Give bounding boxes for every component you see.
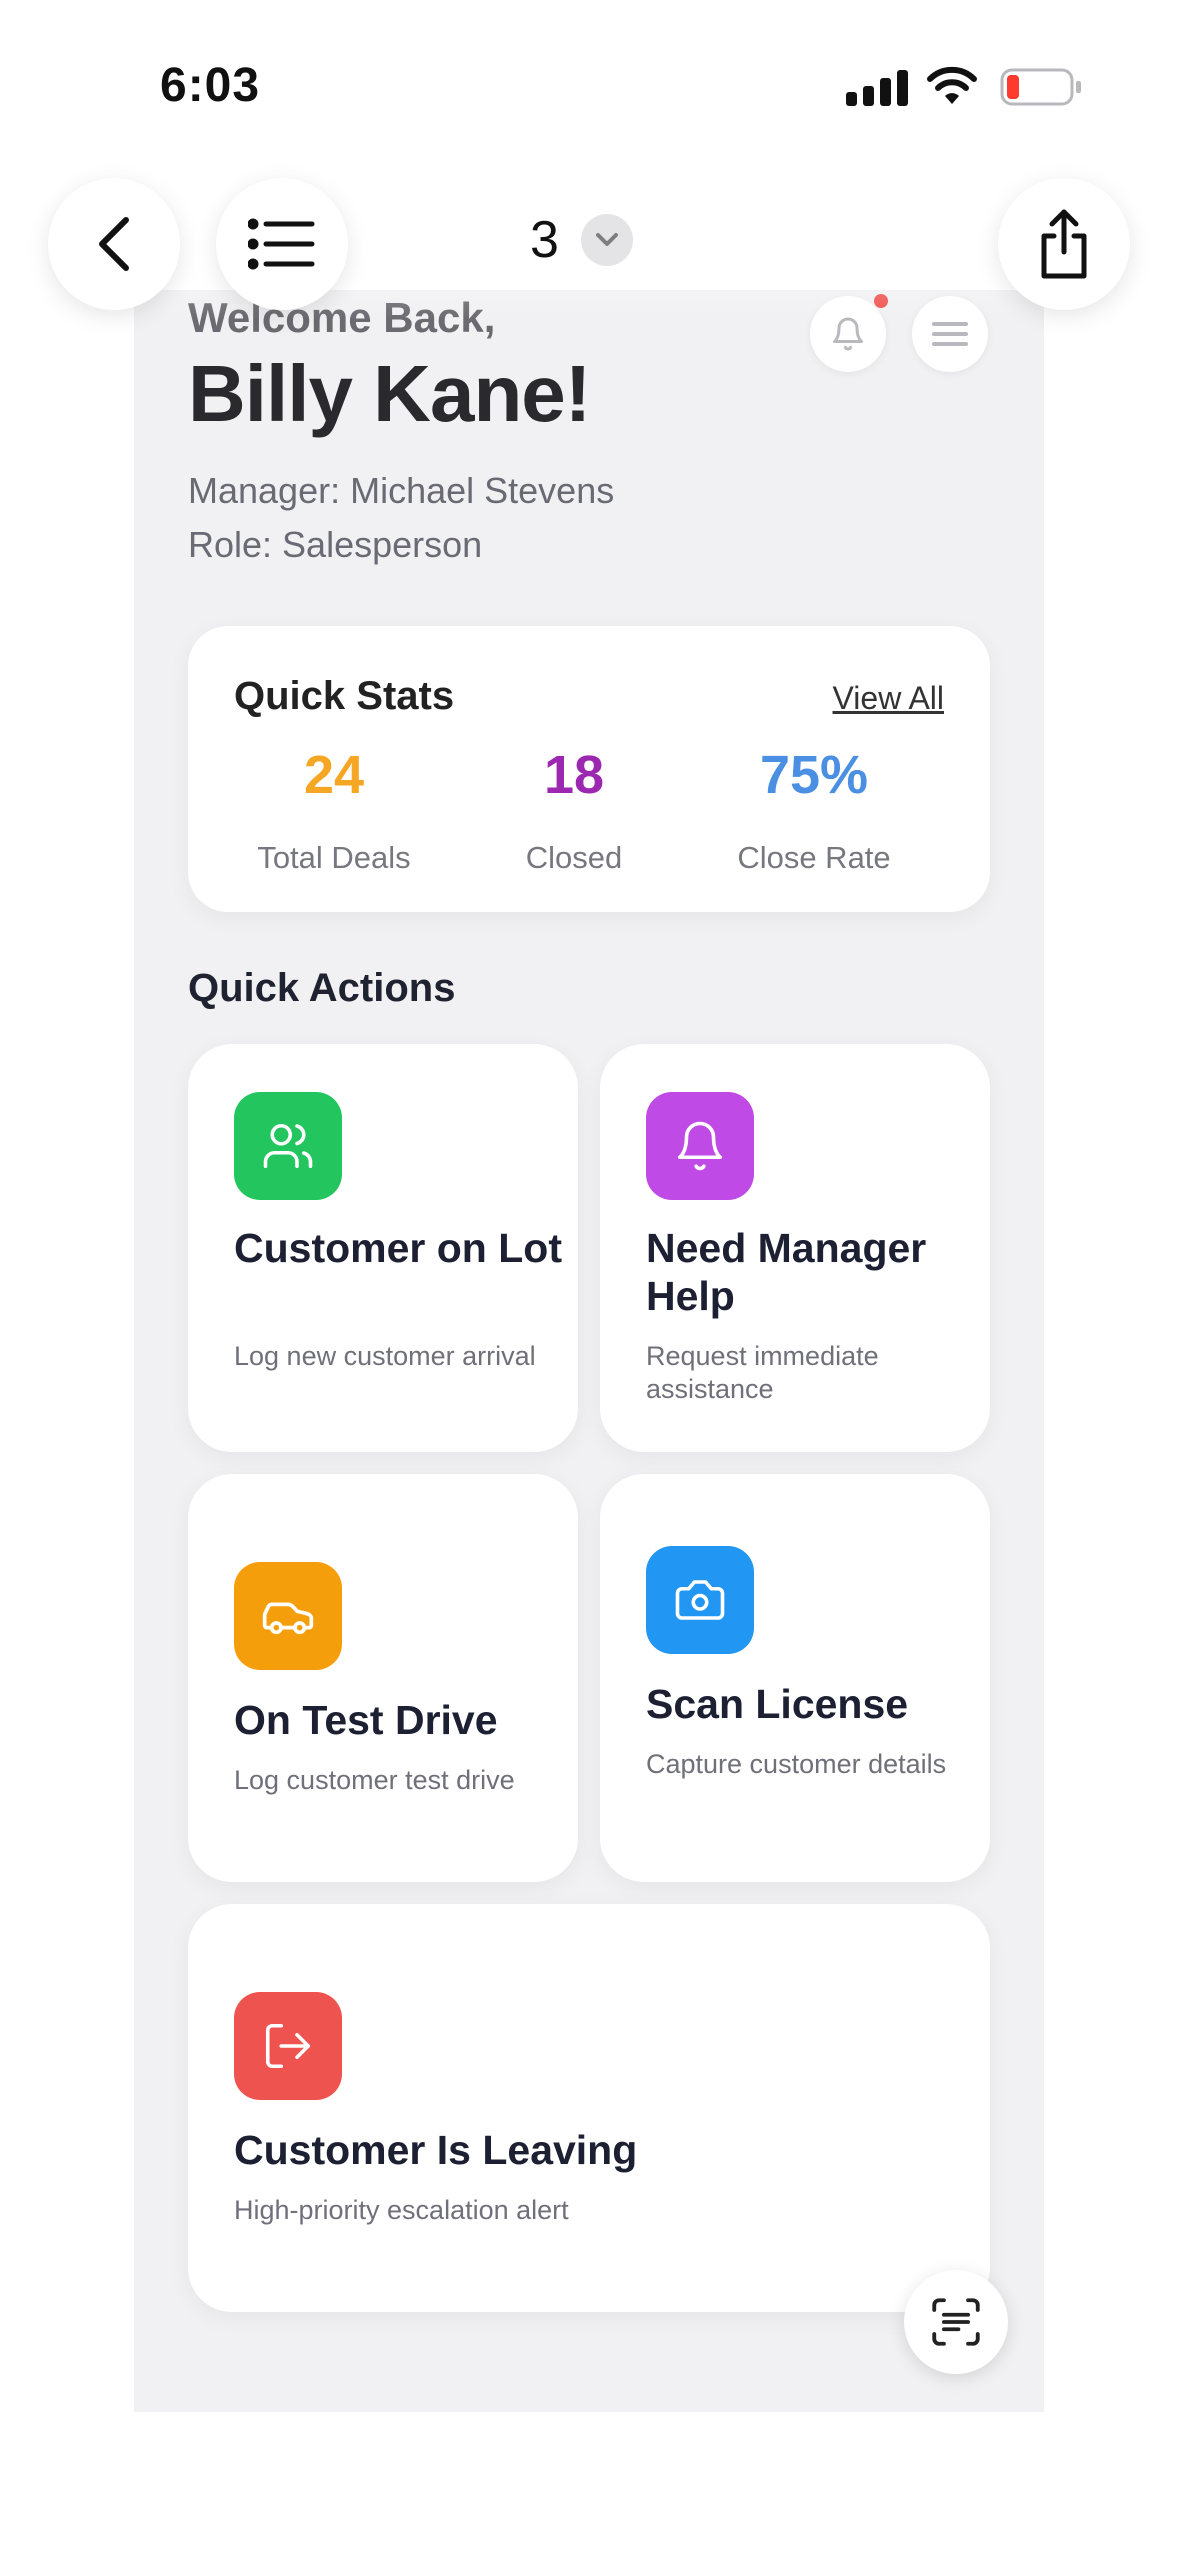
battery-low-icon (1000, 68, 1081, 106)
action-title: Customer Is Leaving (234, 2127, 638, 2173)
status-time: 6:03 (160, 59, 261, 112)
stat-label: Close Rate (737, 840, 891, 875)
need-manager-help-card[interactable]: Need Manager Help Request immediate assi… (600, 1044, 990, 1452)
users-icon (263, 1123, 313, 1169)
back-button[interactable] (48, 178, 180, 310)
action-icon-box-2 (234, 1562, 342, 1670)
action-title: Scan License (646, 1681, 909, 1727)
page-indicator[interactable]: 3 (530, 210, 633, 270)
car-icon (262, 1602, 314, 1635)
bell-icon (677, 1121, 723, 1171)
action-title: Need Manager Help (646, 1225, 927, 1319)
action-title: On Test Drive (234, 1697, 498, 1743)
action-desc: Capture customer details (646, 1749, 947, 1779)
customer-is-leaving-card[interactable]: Customer Is Leaving High-priority escala… (188, 1904, 990, 2312)
action-desc: High-priority escalation alert (234, 2195, 569, 2225)
stat-total-deals: 24 Total Deals (214, 744, 454, 876)
quick-stats-title: Quick Stats (234, 674, 455, 718)
user-name: Billy Kane! (188, 349, 591, 438)
exit-icon (265, 2023, 311, 2069)
action-desc: Log customer test drive (234, 1765, 515, 1795)
stat-value: 24 (303, 745, 365, 805)
stat-label: Total Deals (257, 840, 411, 875)
stat-label: Closed (525, 840, 623, 875)
customer-on-lot-card[interactable]: Customer on Lot Log new customer arrival (188, 1044, 578, 1452)
stat-close-rate: 75% Close Rate (694, 744, 934, 876)
action-icon-box-1 (646, 1092, 754, 1200)
list-button[interactable] (216, 178, 348, 310)
action-icon-box-4 (234, 1992, 342, 2100)
quick-actions-title: Quick Actions (188, 966, 456, 1010)
cellular-signal-icon (846, 70, 908, 106)
quick-stats-card: Quick Stats View All 24 Total Deals 18 C… (188, 626, 990, 912)
action-desc: Request immediate assistance (646, 1341, 879, 1404)
stat-value: 75% (759, 745, 869, 805)
stat-closed: 18 Closed (454, 744, 694, 876)
on-test-drive-card[interactable]: On Test Drive Log customer test drive (188, 1474, 578, 1882)
stat-value: 18 (543, 745, 605, 805)
hamburger-menu-icon (932, 322, 968, 346)
wifi-icon (927, 66, 977, 104)
share-button[interactable] (998, 178, 1130, 310)
action-icon-box-0 (234, 1092, 342, 1200)
manager-text: Manager: Michael Stevens (188, 470, 615, 511)
chevron-down-icon (595, 233, 618, 246)
chevron-left-icon (99, 217, 129, 271)
share-icon (1041, 209, 1087, 279)
viewer-toolbar: 3 (0, 170, 1179, 320)
live-text-button[interactable] (904, 2270, 1008, 2374)
page-number: 3 (530, 211, 559, 269)
action-icon-box-3 (646, 1546, 754, 1654)
role-text: Role: Salesperson (188, 524, 483, 565)
action-desc: Log new customer arrival (234, 1341, 536, 1371)
action-title: Customer on Lot (234, 1225, 562, 1271)
status-bar: 6:03 (0, 0, 1179, 170)
camera-icon (675, 1580, 725, 1620)
live-text-icon (932, 2298, 980, 2346)
bell-icon (833, 317, 863, 351)
page-chevron (580, 214, 633, 266)
list-icon (248, 218, 315, 270)
view-all-link[interactable]: View All (833, 680, 944, 717)
scan-license-card[interactable]: Scan License Capture customer details (600, 1474, 990, 1882)
